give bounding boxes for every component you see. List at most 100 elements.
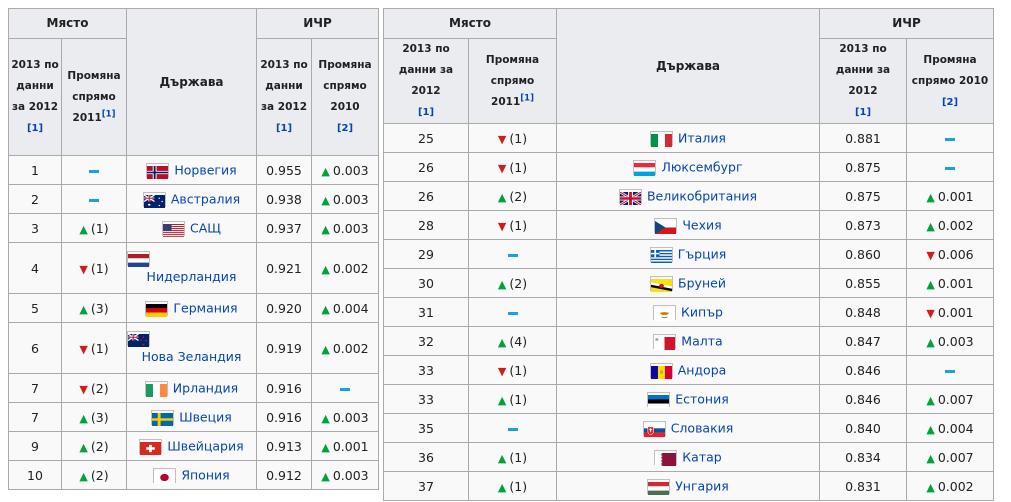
- hdi-value-cell: 0.938: [256, 184, 312, 214]
- increase-arrow-icon: ▲: [79, 302, 88, 316]
- japan-flag-icon[interactable]: [153, 467, 177, 484]
- rank-change-cell: ▲ (1): [468, 471, 557, 501]
- brunei-flag-icon[interactable]: [650, 275, 674, 292]
- country-link[interactable]: Чехия: [682, 217, 721, 232]
- country-link[interactable]: Унгария: [675, 478, 729, 493]
- decrease-arrow-icon: ▼: [497, 219, 507, 233]
- italy-flag-icon[interactable]: [650, 130, 674, 147]
- increase-arrow-icon: ▲: [497, 277, 507, 291]
- australia-flag-icon[interactable]: [142, 191, 166, 208]
- rank-cell: 6: [8, 322, 62, 374]
- country-link[interactable]: Япония: [181, 467, 229, 482]
- hdi-value-cell: 0.855: [819, 268, 907, 298]
- country-link[interactable]: Малта: [681, 333, 722, 348]
- hdi-change-cell: ▲ 0.003: [905, 326, 995, 356]
- country-link[interactable]: Великобритания: [647, 188, 757, 203]
- country-cell: Естония: [556, 384, 820, 414]
- hdi-value-cell: 0.921: [256, 242, 312, 294]
- increase-arrow-icon: ▲: [497, 480, 507, 494]
- rank-cell: 26: [383, 152, 469, 182]
- country-link[interactable]: Нова Зеландия: [127, 346, 256, 368]
- country-link[interactable]: САЩ: [190, 220, 221, 235]
- increase-arrow-icon: ▲: [497, 451, 507, 465]
- rank-change-value: (1): [90, 340, 109, 356]
- country-link[interactable]: Швейцария: [167, 438, 243, 453]
- country-link[interactable]: Катар: [682, 449, 721, 464]
- country-link[interactable]: Гърция: [678, 246, 727, 261]
- rank-change-cell: ▼ (1): [61, 322, 127, 374]
- norway-flag-icon[interactable]: [146, 162, 170, 179]
- uk-flag-icon[interactable]: [618, 188, 642, 206]
- increase-arrow-icon: ▲: [321, 164, 330, 178]
- ref-link-1[interactable]: [1]: [855, 107, 871, 118]
- country-link[interactable]: Словакия: [671, 420, 734, 435]
- hdi-value-cell: 0.846: [819, 384, 907, 414]
- germany-flag-icon[interactable]: [145, 300, 169, 317]
- ref-link-1[interactable]: [1]: [276, 123, 292, 134]
- no-change-icon: [507, 311, 518, 315]
- table-row: 33 ▼ (1) Андора 0.846: [383, 355, 995, 385]
- hdi-change-value: 0.002: [937, 478, 974, 494]
- country-link[interactable]: Люксембург: [661, 159, 742, 174]
- hdi-change-cell: ▲ 0.003: [310, 155, 380, 185]
- switzerland-flag-icon[interactable]: [139, 438, 163, 455]
- country-link[interactable]: Нидерландия: [127, 266, 256, 288]
- luxembourg-flag-icon[interactable]: [633, 159, 657, 176]
- place-header: Място: [8, 8, 127, 39]
- rank-cell: 29: [383, 239, 469, 269]
- ref-link-2[interactable]: [2]: [337, 123, 353, 134]
- decrease-arrow-icon: ▼: [497, 364, 507, 378]
- hdi-value-cell: 0.848: [819, 297, 907, 327]
- hdi-value-subheader: 2013 по данни за 2012 [1]: [256, 38, 312, 156]
- ref-link-1[interactable]: [1]: [418, 107, 434, 118]
- rank-change-value: (2): [90, 438, 109, 454]
- country-link[interactable]: Австралия: [171, 191, 240, 206]
- country-link[interactable]: Германия: [173, 300, 237, 315]
- country-link[interactable]: Швеция: [179, 409, 232, 424]
- country-cell: Бруней: [556, 268, 820, 298]
- country-link[interactable]: Ирландия: [173, 380, 238, 395]
- country-link[interactable]: Норвегия: [174, 162, 236, 177]
- ref-link-1[interactable]: [1]: [102, 109, 116, 119]
- country-link[interactable]: Италия: [678, 130, 726, 145]
- qatar-flag-icon[interactable]: [654, 449, 678, 466]
- ref-link-2[interactable]: [2]: [942, 97, 958, 108]
- place-header: Място: [383, 8, 557, 39]
- table-row: 5 ▲ (3) Германия 0.920 ▲ 0.004: [8, 293, 380, 323]
- estonia-flag-icon[interactable]: [647, 391, 671, 408]
- ref-link-1[interactable]: [1]: [27, 123, 43, 134]
- country-link[interactable]: Естония: [675, 391, 729, 406]
- hdi-value-cell: 0.840: [819, 413, 907, 443]
- new-zealand-flag-icon[interactable]: [127, 330, 150, 347]
- slovakia-flag-icon[interactable]: [642, 420, 666, 437]
- sweden-flag-icon[interactable]: [151, 409, 175, 426]
- greece-flag-icon[interactable]: [649, 246, 673, 263]
- table-row: 35 Словакия 0.840 ▲ 0.004: [383, 413, 995, 443]
- czech-flag-icon[interactable]: [654, 217, 678, 234]
- country-cell: САЩ: [126, 213, 257, 243]
- hdi-value-cell: 0.831: [819, 471, 907, 501]
- country-link[interactable]: Бруней: [678, 275, 726, 290]
- hdi-change-value: 0.004: [332, 300, 369, 316]
- hdi-value-cell: 0.860: [819, 239, 907, 269]
- andorra-flag-icon[interactable]: [649, 362, 673, 379]
- country-link[interactable]: Кипър: [681, 304, 723, 319]
- hdi-value-cell: 0.955: [256, 155, 312, 185]
- hdi-change-value: 0.001: [332, 438, 369, 454]
- cyprus-flag-icon[interactable]: [653, 304, 677, 321]
- usa-flag-icon[interactable]: [162, 220, 186, 237]
- rank-change-value: (1): [509, 391, 528, 407]
- hdi-change-value: 0.007: [937, 391, 974, 407]
- table-row: 9 ▲ (2) Швейцария 0.913 ▲ 0.001: [8, 431, 380, 461]
- no-change-icon: [945, 369, 955, 373]
- hungary-flag-icon[interactable]: [647, 478, 671, 495]
- malta-flag-icon[interactable]: [653, 333, 677, 350]
- hdi-change-cell: [905, 355, 995, 385]
- hdi-change-cell: [905, 152, 995, 182]
- netherlands-flag-icon[interactable]: [127, 250, 150, 267]
- increase-arrow-icon: ▲: [321, 342, 330, 356]
- table-row: 7 ▼ (2) Ирландия 0.916: [8, 373, 380, 403]
- country-link[interactable]: Андора: [678, 362, 727, 377]
- ref-link-1[interactable]: [1]: [520, 93, 534, 103]
- ireland-flag-icon[interactable]: [144, 380, 168, 397]
